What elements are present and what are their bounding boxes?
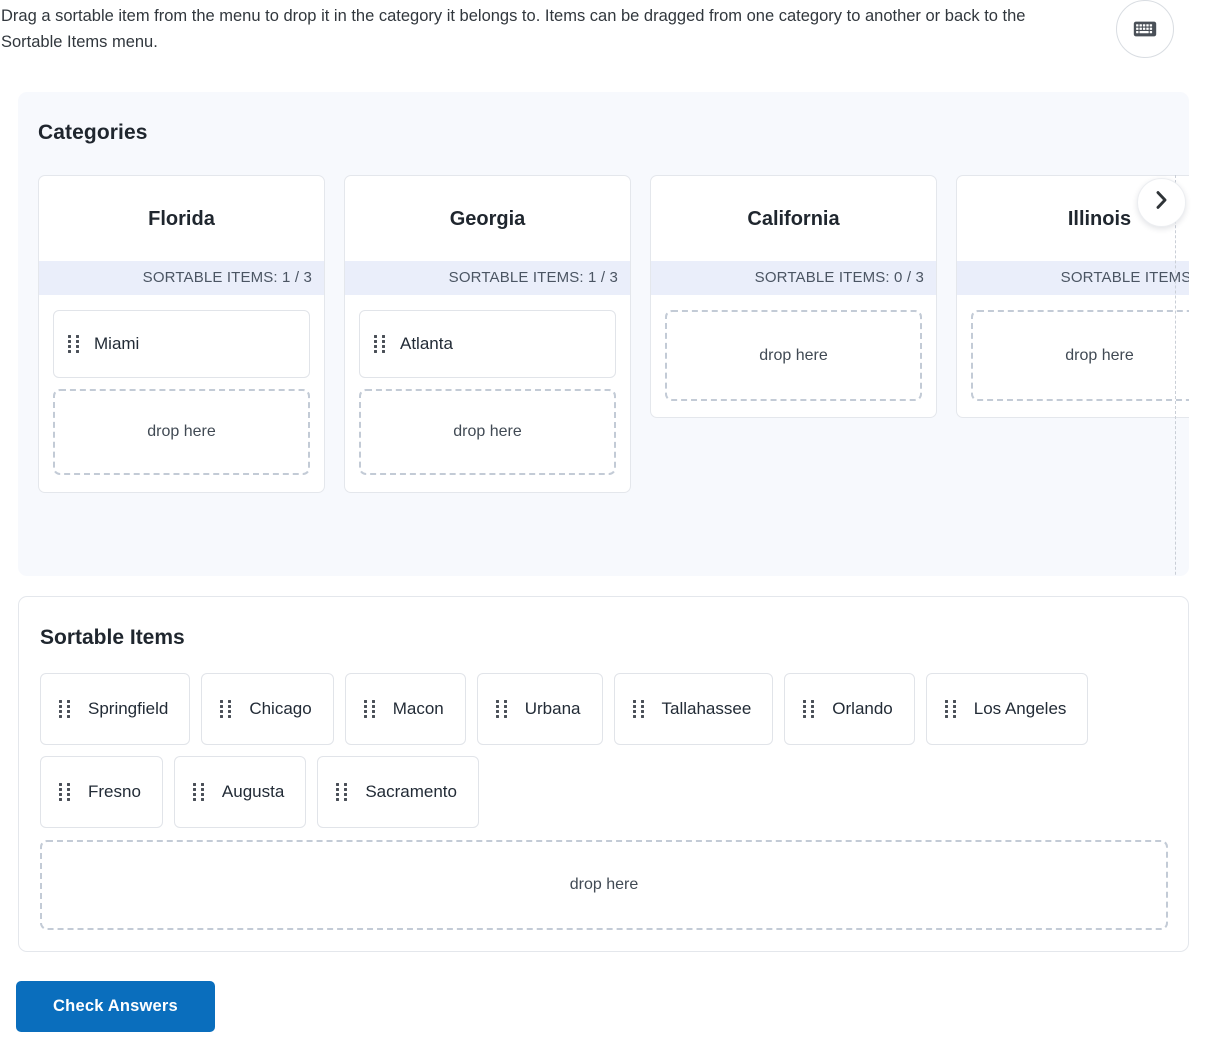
sortable-item-orlando[interactable]: Orlando	[784, 673, 915, 745]
category-title: California	[747, 208, 840, 230]
drag-handle-icon[interactable]	[632, 700, 644, 718]
sortable-item-sacramento[interactable]: Sacramento	[317, 756, 479, 828]
sortable-item-label: Sacramento	[365, 782, 457, 801]
drag-handle-icon[interactable]	[59, 783, 70, 801]
drag-handle-icon[interactable]	[495, 700, 507, 718]
sortable-item-urbana[interactable]: Urbana	[476, 673, 603, 745]
sortable-item-label: Orlando	[832, 699, 893, 718]
category-dropzone[interactable]: drop here	[53, 389, 310, 475]
sortable-item-springfield[interactable]: Springfield	[40, 673, 191, 745]
sortable-item-los-angeles[interactable]: Los Angeles	[925, 673, 1089, 745]
scroll-viewport-edge	[1175, 175, 1176, 576]
categories-scroll-viewport[interactable]: Florida SORTABLE ITEMS: 1 / 3 Miami drop…	[38, 175, 1189, 515]
drag-handle-icon[interactable]	[220, 700, 232, 718]
category-item-count: SORTABLE ITEMS: 1 / 3	[39, 261, 324, 295]
categories-title: Categories	[38, 121, 148, 144]
sortable-item-label: Urbana	[524, 699, 581, 718]
category-dropzone[interactable]: drop here	[665, 310, 922, 401]
drag-handle-icon[interactable]	[374, 335, 385, 353]
sortable-items-panel: Sortable Items Springfield Chicago Macon	[18, 596, 1189, 952]
sortable-items-dropzone[interactable]: drop here	[40, 840, 1168, 930]
category-body: Atlanta drop here	[345, 295, 630, 492]
sortable-item-augusta[interactable]: Augusta	[173, 756, 307, 828]
category-card-california[interactable]: California SORTABLE ITEMS: 0 / 3 drop he…	[650, 175, 937, 418]
category-body: drop here	[957, 295, 1189, 417]
drag-handle-icon[interactable]	[68, 335, 79, 353]
sortable-item-label: Fresno	[88, 782, 141, 801]
sortable-item-label: Miami	[94, 334, 140, 353]
category-item-count: SORTABLE ITEMS: 1 / 3	[345, 261, 630, 295]
sortable-item-label: Augusta	[221, 782, 285, 801]
category-dropzone[interactable]: drop here	[971, 310, 1189, 401]
drag-handle-icon[interactable]	[363, 700, 375, 718]
categories-track: Florida SORTABLE ITEMS: 1 / 3 Miami drop…	[38, 175, 1189, 493]
category-card-florida[interactable]: Florida SORTABLE ITEMS: 1 / 3 Miami drop…	[38, 175, 325, 493]
drag-handle-icon[interactable]	[944, 700, 956, 718]
category-item-count: SORTABLE ITEMS: 0 / 3	[957, 261, 1189, 295]
sortable-item-tallahassee[interactable]: Tallahassee	[613, 673, 774, 745]
sortable-item-miami[interactable]: Miami	[53, 310, 310, 378]
category-item-count: SORTABLE ITEMS: 0 / 3	[651, 261, 936, 295]
categories-next-button[interactable]	[1137, 178, 1186, 227]
category-dropzone[interactable]: drop here	[359, 389, 616, 475]
drag-handle-icon[interactable]	[803, 700, 815, 718]
sortable-item-chicago[interactable]: Chicago	[201, 673, 334, 745]
sortable-item-atlanta[interactable]: Atlanta	[359, 310, 616, 378]
category-body: Miami drop here	[39, 295, 324, 492]
sortable-item-label: Tallahassee	[661, 699, 752, 718]
category-title: Georgia	[449, 208, 526, 230]
drag-handle-icon[interactable]	[336, 783, 348, 801]
sortable-item-label: Atlanta	[400, 334, 453, 353]
sortable-item-label: Springfield	[88, 699, 169, 718]
category-body: drop here	[651, 295, 936, 417]
instructions-row: Drag a sortable item from the menu to dr…	[0, 0, 1207, 55]
keyboard-icon	[1133, 20, 1157, 38]
drag-handle-icon[interactable]	[59, 700, 70, 718]
sortable-item-macon[interactable]: Macon	[344, 673, 466, 745]
sortable-item-fresno[interactable]: Fresno	[40, 756, 163, 828]
chevron-right-icon	[1155, 190, 1168, 215]
check-answers-button[interactable]: Check Answers	[16, 981, 215, 1032]
categories-panel: Categories Florida SORTABLE ITEMS: 1 / 3…	[18, 92, 1189, 576]
instructions-text: Drag a sortable item from the menu to dr…	[1, 7, 1026, 51]
sortable-items-grid: Springfield Chicago Macon Urbana Tallaha	[19, 650, 1188, 828]
drag-handle-icon[interactable]	[192, 783, 204, 801]
sortable-item-label: Chicago	[249, 699, 312, 718]
sortable-item-label: Macon	[392, 699, 444, 718]
keyboard-shortcuts-button[interactable]	[1116, 0, 1174, 58]
category-title: Florida	[148, 208, 215, 230]
category-card-georgia[interactable]: Georgia SORTABLE ITEMS: 1 / 3 Atlanta dr…	[344, 175, 631, 493]
sortable-item-label: Los Angeles	[973, 699, 1067, 718]
sortable-items-title: Sortable Items	[40, 626, 185, 649]
